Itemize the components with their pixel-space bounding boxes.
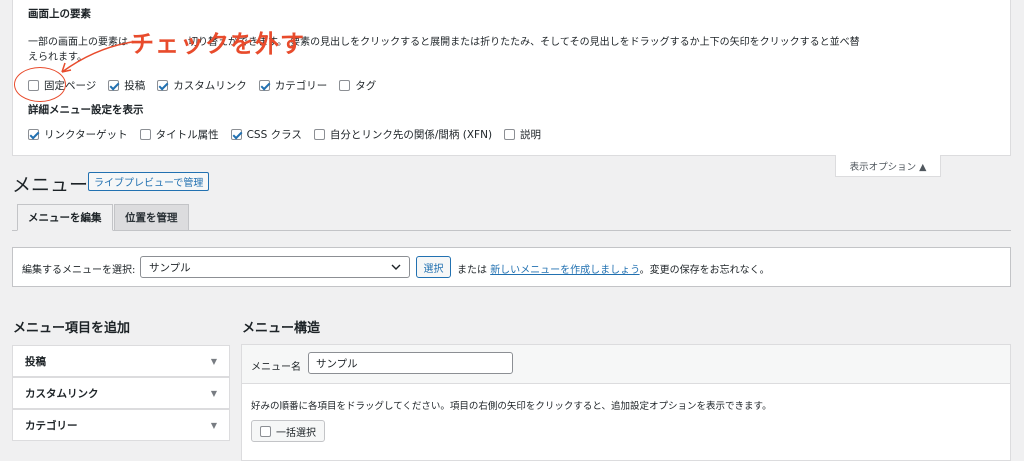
bulk-select-label: 一括選択 bbox=[276, 427, 316, 439]
menu-name-input[interactable]: サンプル bbox=[308, 352, 513, 374]
select-menu-box: 編集するメニューを選択: サンプル 選択 または 新しいメニューを作成しましょう… bbox=[12, 247, 1011, 287]
checkbox-item-custom-links[interactable]: カスタムリンク bbox=[157, 78, 247, 93]
checkbox-label: 投稿 bbox=[124, 80, 146, 92]
structure-instructions: 好みの順番に各項目をドラッグしてください。項目の右側の矢印をクリックすると、追加… bbox=[251, 401, 772, 412]
create-menu-link[interactable]: 新しいメニューを作成しましょう bbox=[490, 265, 639, 276]
live-preview-button[interactable]: ライブプレビューで管理 bbox=[88, 172, 210, 191]
checkbox-item-title-attribute[interactable]: タイトル属性 bbox=[139, 127, 219, 142]
menu-structure-body bbox=[241, 383, 1011, 461]
checkbox[interactable] bbox=[108, 80, 120, 91]
screen-elements-row: 固定ページ 投稿 カスタムリンク カテゴリー タグ bbox=[28, 78, 388, 93]
checkbox[interactable] bbox=[260, 425, 271, 437]
checkbox-item-xfn[interactable]: 自分とリンク先の関係/間柄 (XFN) bbox=[313, 127, 493, 142]
screen-options-toggle[interactable]: 表示オプション ▲ bbox=[835, 155, 941, 177]
bulk-select-button[interactable]: 一括選択 bbox=[251, 420, 325, 442]
checkbox-label: CSS クラス bbox=[246, 129, 302, 141]
menu-structure-title: メニュー構造 bbox=[242, 321, 321, 336]
triangle-down-icon: ▼ bbox=[210, 420, 217, 430]
accordion-categories[interactable]: カテゴリー ▼ bbox=[12, 409, 230, 441]
checkbox-label: リンクターゲット bbox=[44, 129, 128, 141]
checkbox-item-link-target[interactable]: リンクターゲット bbox=[28, 127, 128, 142]
checkbox[interactable] bbox=[28, 129, 39, 140]
checkbox[interactable] bbox=[139, 129, 151, 140]
checkbox[interactable] bbox=[339, 80, 351, 91]
checkbox[interactable] bbox=[258, 80, 270, 91]
checkbox-label: カスタムリンク bbox=[173, 80, 247, 92]
checkbox-item-css-classes[interactable]: CSS クラス bbox=[230, 127, 302, 142]
advanced-settings-row: リンクターゲット タイトル属性 CSS クラス 自分とリンク先の関係/間柄 (X… bbox=[28, 127, 553, 142]
select-menu-label: 編集するメニューを選択: bbox=[22, 265, 136, 276]
checkbox-item-posts[interactable]: 投稿 bbox=[108, 78, 145, 93]
select-button[interactable]: 選択 bbox=[416, 256, 451, 278]
checkbox-item-description[interactable]: 説明 bbox=[504, 127, 541, 142]
accordion-label: カスタムリンク bbox=[25, 387, 99, 400]
accordion-label: 投稿 bbox=[25, 355, 46, 368]
menu-select-value: サンプル bbox=[149, 261, 191, 274]
menu-name-label: メニュー名 bbox=[251, 362, 301, 373]
triangle-down-icon: ▼ bbox=[210, 388, 217, 398]
advanced-settings-title: 詳細メニュー設定を表示 bbox=[28, 104, 144, 116]
checkbox[interactable] bbox=[504, 129, 516, 140]
accordion-custom-links[interactable]: カスタムリンク ▼ bbox=[12, 377, 230, 409]
checkbox-item-tags[interactable]: タグ bbox=[339, 78, 376, 93]
or-text: または bbox=[457, 265, 487, 276]
checkbox[interactable] bbox=[157, 80, 169, 91]
annotation-arrow-icon bbox=[61, 41, 133, 73]
checkbox-label: カテゴリー bbox=[274, 80, 328, 92]
annotation-text: チェックを外す bbox=[130, 30, 305, 58]
checkbox-item-categories[interactable]: カテゴリー bbox=[258, 78, 328, 93]
screen-elements-title: 画面上の要素 bbox=[28, 8, 91, 20]
checkbox-label: タイトル属性 bbox=[155, 129, 219, 141]
menu-select[interactable]: サンプル bbox=[140, 256, 410, 278]
chevron-down-icon bbox=[391, 264, 401, 270]
accordion-label: カテゴリー bbox=[25, 419, 78, 432]
checkbox-label: 説明 bbox=[520, 129, 542, 141]
page-title: メニュー bbox=[12, 174, 89, 196]
checkbox-label: タグ bbox=[355, 80, 377, 92]
accordion-posts[interactable]: 投稿 ▼ bbox=[12, 345, 230, 377]
checkbox[interactable] bbox=[230, 129, 242, 140]
triangle-down-icon: ▼ bbox=[210, 356, 217, 366]
add-items-title: メニュー項目を追加 bbox=[13, 321, 131, 336]
checkbox-label: 自分とリンク先の関係/間柄 (XFN) bbox=[329, 129, 493, 141]
save-reminder: 。変更の保存をお忘れなく。 bbox=[639, 265, 770, 276]
checkbox[interactable] bbox=[313, 129, 325, 140]
tab-manage-locations[interactable]: 位置を管理 bbox=[114, 204, 189, 231]
tab-edit-menu[interactable]: メニューを編集 bbox=[17, 204, 113, 231]
create-menu-text: または 新しいメニューを作成しましょう。変更の保存をお忘れなく。 bbox=[457, 261, 770, 276]
